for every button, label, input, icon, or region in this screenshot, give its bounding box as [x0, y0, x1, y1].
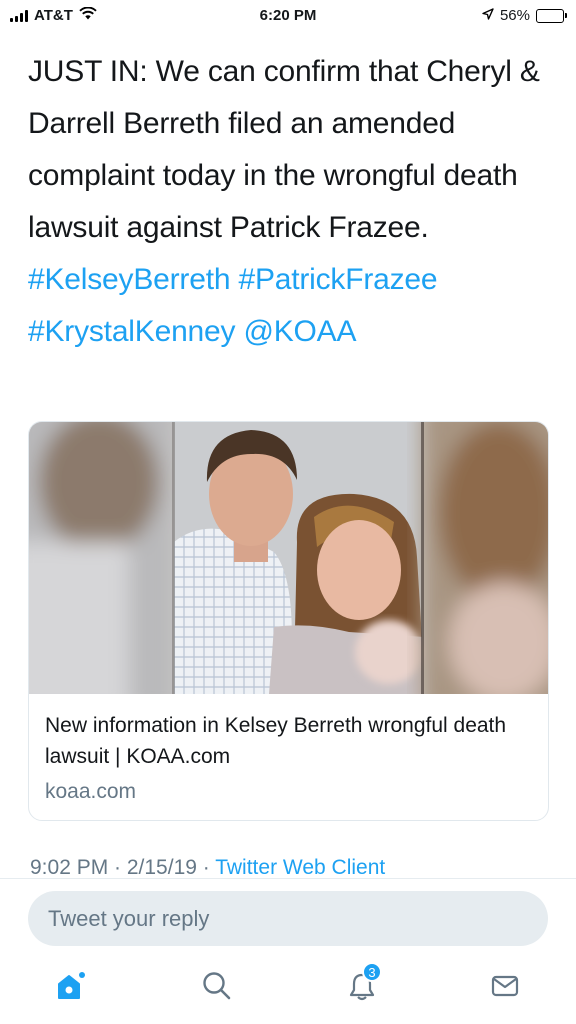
messages-icon — [489, 970, 521, 1007]
notifications-badge: 3 — [362, 962, 382, 982]
card-photo — [29, 422, 548, 694]
mention-koaa[interactable]: @KOAA — [243, 315, 356, 348]
battery-percent: 56% — [499, 7, 530, 24]
status-right: 56% — [482, 7, 567, 24]
link-card[interactable]: New information in Kelsey Berreth wrongf… — [28, 421, 549, 821]
hashtag-krystal[interactable]: #KrystalKenney — [28, 315, 236, 348]
status-bar: AT&T 6:20 PM 56% — [0, 0, 576, 34]
tweet-timestamp: 9:02 PM · 2/15/19 · — [30, 856, 216, 879]
location-icon — [482, 7, 494, 24]
home-icon — [53, 969, 87, 1008]
tab-bar: 3 — [0, 952, 576, 1024]
tweet-client-link[interactable]: Twitter Web Client — [215, 856, 385, 879]
tweet-text: JUST IN: We can confirm that Cheryl & Da… — [28, 46, 548, 358]
card-body[interactable]: New information in Kelsey Berreth wrongf… — [29, 694, 548, 806]
tweet-meta: 9:02 PM · 2/15/19 · Twitter Web Client — [30, 856, 385, 880]
card-image[interactable] — [29, 422, 548, 694]
hashtag-patrick[interactable]: #PatrickFrazee — [238, 263, 437, 296]
reply-input[interactable]: Tweet your reply — [28, 891, 548, 946]
battery-icon — [536, 8, 567, 23]
card-title[interactable]: New information in Kelsey Berreth wrongf… — [45, 710, 532, 772]
tab-messages[interactable] — [485, 968, 525, 1008]
tab-notifications[interactable]: 3 — [342, 962, 382, 1008]
tweet-body: JUST IN: We can confirm that Cheryl & Da… — [28, 55, 540, 244]
tab-home[interactable] — [50, 968, 90, 1008]
card-domain: koaa.com — [45, 780, 137, 803]
tab-search[interactable] — [197, 968, 237, 1008]
search-icon — [201, 970, 233, 1007]
hashtag-kelsey[interactable]: #KelseyBerreth — [28, 263, 231, 296]
